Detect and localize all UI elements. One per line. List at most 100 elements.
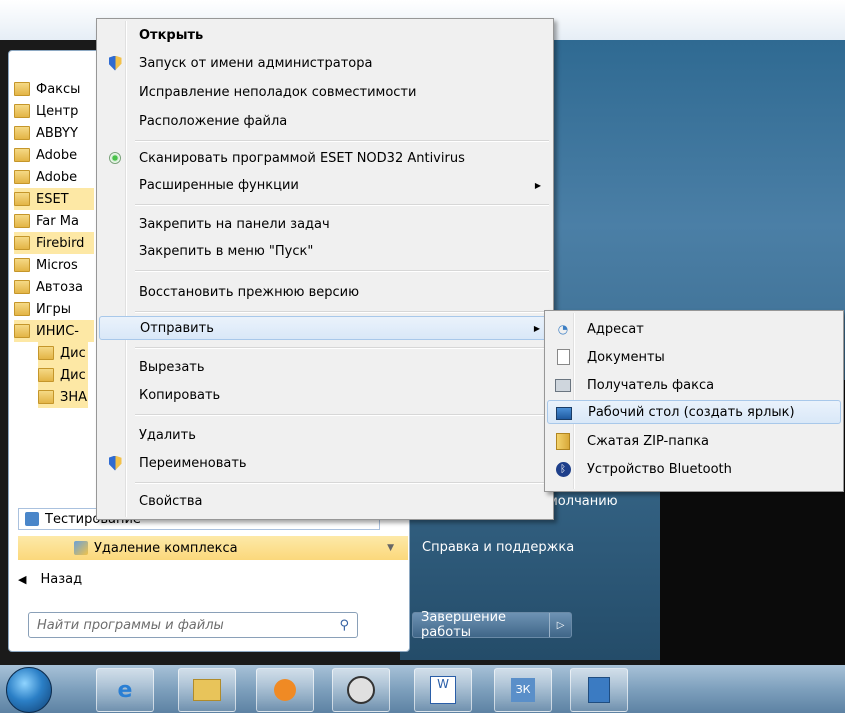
menu-item-advanced[interactable]: Расширенные функции ▶ (99, 173, 551, 197)
menu-item-label: Закрепить на панели задач (139, 216, 330, 232)
app-logo-icon[interactable]: ЗК (494, 668, 552, 712)
scroll-down-arrow-icon[interactable]: ▼ (387, 543, 394, 553)
program-item[interactable]: ЗНА (38, 386, 88, 408)
menu-item-label: Расположение файла (139, 113, 288, 129)
program-item[interactable]: Игры (14, 298, 94, 320)
menu-item-restore-version[interactable]: Восстановить прежнюю версию (99, 280, 551, 304)
menu-item-label: Восстановить прежнюю версию (139, 284, 360, 300)
menu-item-copy[interactable]: Копировать (99, 383, 551, 407)
shutdown-button[interactable]: Завершение работы ▷ (412, 610, 572, 640)
zip-folder-icon (555, 432, 571, 450)
program-item[interactable]: Firebird (14, 232, 94, 254)
program-item[interactable]: Micros (14, 254, 94, 276)
search-icon[interactable]: ⚲ (339, 618, 349, 633)
program-item-label: Far Ma (36, 213, 79, 229)
search-input[interactable]: Найти программы и файлы ⚲ (28, 612, 358, 638)
menu-separator (135, 414, 549, 416)
folder-icon (14, 302, 30, 316)
program-item[interactable]: Дис (38, 364, 88, 386)
menu-separator (135, 204, 549, 206)
sendto-item-desktop[interactable]: Рабочий стол (создать ярлык) (547, 400, 841, 424)
sendto-item-documents[interactable]: Документы (547, 345, 841, 369)
submenu-arrow-icon: ▶ (534, 180, 541, 190)
folder-icon (14, 82, 30, 96)
program-item-label: ESET (36, 191, 69, 207)
word-icon[interactable]: W (414, 668, 472, 712)
menu-item-label: Расширенные функции (139, 177, 299, 193)
menu-item-send-to[interactable]: Отправить ▶ (99, 316, 551, 340)
program-item[interactable]: ESET (14, 188, 94, 210)
program-item[interactable]: Факсы (14, 78, 94, 100)
program-item-label: Дис (60, 367, 86, 383)
taskbar: e W ЗК (0, 665, 845, 713)
program-item-uninstall[interactable]: Удаление комплекса ▼ (18, 536, 408, 560)
menu-separator (135, 270, 549, 272)
menu-item-rename[interactable]: Переименовать (99, 451, 551, 475)
program-item-label: Автоза (36, 279, 83, 295)
program-item[interactable]: Центр (14, 100, 94, 122)
menu-item-label: Устройство Bluetooth (587, 461, 732, 477)
sendto-item-bluetooth[interactable]: ᛒ Устройство Bluetooth (547, 457, 841, 481)
folder-icon (14, 236, 30, 250)
menu-item-label: Открыть (139, 27, 204, 43)
default-programs-link[interactable]: молчанию (548, 494, 618, 509)
menu-item-label: Копировать (139, 387, 221, 403)
sendto-item-fax[interactable]: Получатель факса (547, 373, 841, 397)
folder-icon (14, 126, 30, 140)
program-item[interactable]: Adobe (14, 144, 94, 166)
search-placeholder: Найти программы и файлы (37, 617, 224, 633)
menu-separator (135, 311, 549, 313)
submenu-arrow-icon: ▶ (533, 323, 540, 333)
program-item-label: Дис (60, 345, 86, 361)
shutdown-options-arrow-icon[interactable]: ▷ (550, 620, 571, 631)
mail-recipient-icon: ◔ (557, 322, 569, 336)
send-to-submenu: ◔ Адресат Документы Получатель факса Раб… (544, 310, 844, 492)
menu-item-label: Удалить (139, 427, 196, 443)
uac-shield-icon (107, 455, 123, 471)
program-item[interactable]: Автоза (14, 276, 94, 298)
explorer-folder-icon[interactable] (178, 668, 236, 712)
program-item-label: Micros (36, 257, 78, 273)
media-player-icon[interactable] (256, 668, 314, 712)
menu-item-open[interactable]: Открыть (99, 23, 551, 47)
menu-item-properties[interactable]: Свойства (99, 489, 551, 513)
help-and-support-link[interactable]: Справка и поддержка (422, 540, 574, 555)
program-item-label: ИНИС- (36, 323, 79, 339)
folder-icon (14, 170, 30, 184)
program-item[interactable]: Far Ma (14, 210, 94, 232)
eset-radio-icon (107, 150, 123, 166)
menu-item-label: Закрепить в меню "Пуск" (139, 243, 314, 259)
program-item[interactable]: ИНИС- (14, 320, 94, 342)
folder-icon (38, 390, 54, 404)
sendto-item-mail[interactable]: ◔ Адресат (547, 317, 841, 341)
testing-app-taskbar-icon[interactable] (570, 668, 628, 712)
menu-item-pin-taskbar[interactable]: Закрепить на панели задач (99, 212, 551, 236)
menu-item-delete[interactable]: Удалить (99, 423, 551, 447)
program-item-label: Игры (36, 301, 72, 317)
program-item[interactable]: Дис (38, 342, 88, 364)
sendto-item-zip[interactable]: Сжатая ZIP-папка (547, 429, 841, 453)
app-circle-icon[interactable] (332, 668, 390, 712)
menu-item-cut[interactable]: Вырезать (99, 355, 551, 379)
menu-item-pin-start[interactable]: Закрепить в меню "Пуск" (99, 239, 551, 263)
program-item[interactable]: ABBYY (14, 122, 94, 144)
folder-icon (14, 148, 30, 162)
menu-item-label: Вырезать (139, 359, 205, 375)
shutdown-label[interactable]: Завершение работы (413, 610, 551, 640)
folder-icon (14, 280, 30, 294)
back-label: Назад (40, 571, 83, 587)
folder-icon (38, 346, 54, 360)
menu-item-troubleshoot[interactable]: Исправление неполадок совместимости (99, 80, 551, 104)
start-button[interactable] (6, 667, 52, 713)
menu-item-run-as-admin[interactable]: Запуск от имени администратора (99, 51, 551, 75)
program-item-label: ABBYY (36, 125, 78, 141)
back-button[interactable]: ◀ Назад (18, 568, 82, 590)
menu-item-scan-eset[interactable]: Сканировать программой ESET NOD32 Antivi… (99, 146, 551, 170)
internet-explorer-icon[interactable]: e (96, 668, 154, 712)
menu-item-file-location[interactable]: Расположение файла (99, 109, 551, 133)
menu-item-label: Свойства (139, 493, 203, 509)
menu-item-label: Получатель факса (587, 377, 715, 393)
program-item[interactable]: Adobe (14, 166, 94, 188)
program-item-label: Центр (36, 103, 79, 119)
fax-icon (555, 377, 571, 393)
